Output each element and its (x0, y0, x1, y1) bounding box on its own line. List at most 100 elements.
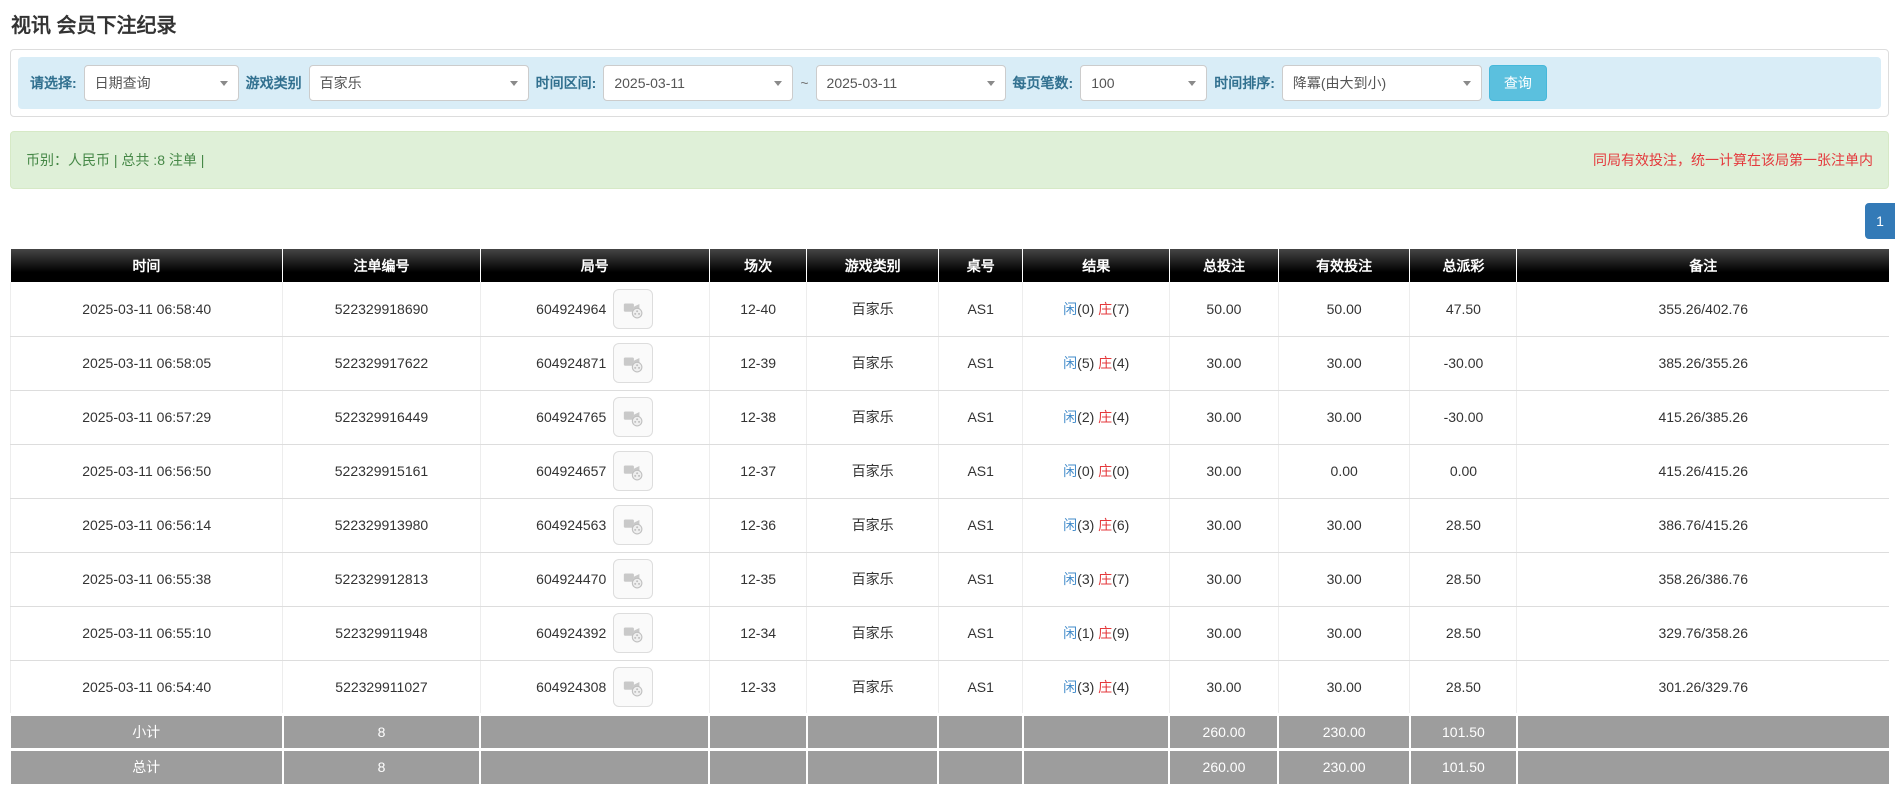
video-replay-button[interactable] (613, 559, 654, 599)
cell-table-no: AS1 (938, 660, 1024, 715)
cell-total-bet[interactable]: 30.00 (1169, 552, 1279, 607)
cell-remark: 385.26/355.26 (1516, 336, 1889, 391)
page-title: 视讯 会员下注纪录 (11, 15, 177, 37)
player-result-score: (5) (1077, 355, 1095, 371)
chevron-down-icon (509, 80, 518, 86)
cell-payout: -30.00 (1409, 390, 1518, 445)
cell-total-bet[interactable]: 30.00 (1169, 606, 1279, 661)
table-row: 2025-03-11 06:57:29 522329916449 6049247… (9, 390, 1889, 445)
cell-payout: 28.50 (1409, 606, 1518, 661)
cell-time: 2025-03-11 06:58:40 (9, 282, 284, 337)
sort-order-select[interactable]: 降冪(由大到小) (1281, 65, 1482, 101)
cell-result: 闲(2) 庄(4) (1022, 390, 1170, 445)
cell-remark: 358.26/386.76 (1516, 552, 1889, 607)
video-replay-icon (624, 519, 643, 535)
records-table: 时间 注单编号 局号 场次 游戏类别 桌号 结果 总投注 有效投注 总派彩 备注… (9, 249, 1889, 784)
video-replay-icon (624, 627, 643, 643)
cell-total-bet[interactable]: 30.00 (1169, 498, 1279, 553)
cell-table-no: AS1 (938, 444, 1024, 499)
round-id-value: 604924657 (536, 463, 607, 479)
search-button[interactable]: 查询 (1488, 65, 1547, 101)
cell-time: 2025-03-11 06:54:40 (9, 660, 284, 715)
cell-valid-bet: 30.00 (1278, 552, 1411, 607)
total-count: 8 (282, 747, 482, 784)
cell-total-bet[interactable]: 30.00 (1169, 660, 1279, 715)
cell-valid-bet: 30.00 (1278, 606, 1411, 661)
cell-game-type: 百家乐 (806, 660, 939, 715)
video-replay-button[interactable] (613, 343, 654, 383)
table-row: 2025-03-11 06:56:50 522329915161 6049246… (9, 444, 1889, 499)
game-type-label: 游戏类别 (245, 75, 302, 91)
cell-time: 2025-03-11 06:55:10 (9, 606, 284, 661)
video-replay-button[interactable] (613, 288, 654, 329)
query-type-value: 日期查询 (94, 75, 151, 91)
query-type-select[interactable]: 日期查询 (83, 65, 239, 101)
player-result-score: (3) (1077, 571, 1095, 587)
video-replay-icon (624, 465, 643, 481)
cell-bet-id: 522329918690 (282, 282, 481, 337)
cell-game-type: 百家乐 (806, 444, 939, 499)
page-1-button[interactable]: 1 (1865, 203, 1895, 239)
cell-total-bet[interactable]: 50.00 (1169, 282, 1279, 337)
banker-result-score: (7) (1112, 571, 1130, 587)
banker-result-label: 庄 (1098, 300, 1113, 317)
cell-bet-id: 522329911027 (282, 660, 481, 715)
header-result: 结果 (1022, 249, 1170, 282)
cell-round-id: 604924392 (480, 606, 710, 661)
cell-result: 闲(1) 庄(9) (1022, 606, 1170, 661)
player-result-label: 闲 (1063, 300, 1078, 317)
video-replay-button[interactable] (613, 397, 654, 437)
cell-table-no: AS1 (938, 498, 1024, 553)
banker-result-label: 庄 (1098, 463, 1113, 479)
banker-result-label: 庄 (1098, 625, 1113, 641)
total-label: 总计 (10, 747, 284, 784)
cell-bet-id: 522329917622 (282, 336, 481, 391)
cell-game-type: 百家乐 (806, 390, 939, 445)
cell-valid-bet: 30.00 (1278, 336, 1411, 391)
cell-valid-bet: 30.00 (1278, 498, 1411, 553)
banker-result-score: (4) (1112, 355, 1130, 371)
cell-total-bet[interactable]: 30.00 (1169, 390, 1279, 445)
video-replay-button[interactable] (613, 613, 654, 653)
cell-session: 12-39 (709, 336, 808, 391)
table-row: 2025-03-11 06:54:40 522329911027 6049243… (9, 660, 1889, 715)
cell-payout: 28.50 (1409, 552, 1518, 607)
cell-payout: 28.50 (1409, 660, 1518, 715)
cell-result: 闲(5) 庄(4) (1022, 336, 1170, 391)
player-result-score: (0) (1077, 463, 1095, 479)
cell-time: 2025-03-11 06:57:29 (9, 390, 284, 445)
banker-result-score: (7) (1112, 300, 1130, 317)
total-total-bet: 260.00 (1169, 747, 1280, 784)
cell-remark: 386.76/415.26 (1516, 498, 1889, 553)
player-result-label: 闲 (1063, 463, 1078, 479)
video-replay-button[interactable] (613, 505, 654, 545)
cell-session: 12-33 (709, 660, 808, 715)
cell-result: 闲(3) 庄(7) (1022, 552, 1170, 607)
video-replay-button[interactable] (613, 666, 654, 707)
header-total-bet: 总投注 (1169, 249, 1279, 282)
video-replay-icon (624, 303, 643, 319)
cell-valid-bet: 30.00 (1278, 660, 1411, 715)
date-from-select[interactable]: 2025-03-11 (603, 65, 794, 101)
cell-total-bet[interactable]: 30.00 (1169, 336, 1279, 391)
cell-table-no: AS1 (938, 282, 1024, 337)
video-replay-button[interactable] (613, 451, 654, 491)
cell-total-bet[interactable]: 30.00 (1169, 444, 1279, 499)
cell-payout: 28.50 (1409, 498, 1518, 553)
cell-round-id: 604924871 (480, 336, 710, 391)
date-to-select[interactable]: 2025-03-11 (815, 65, 1006, 101)
chevron-down-icon (1462, 80, 1471, 86)
banker-result-score: (4) (1112, 678, 1130, 695)
header-game-type: 游戏类别 (806, 249, 939, 282)
page-size-select[interactable]: 100 (1080, 65, 1208, 101)
date-to-value: 2025-03-11 (826, 75, 898, 91)
game-type-select[interactable]: 百家乐 (308, 65, 529, 101)
round-id-value: 604924964 (536, 300, 607, 317)
cell-result: 闲(0) 庄(7) (1022, 282, 1170, 337)
sort-order-label: 时间排序: (1214, 75, 1275, 91)
filter-panel: 请选择: 日期查询 游戏类别 百家乐 时间区间: 2025-03-11 ~ 20… (10, 49, 1889, 117)
player-result-score: (0) (1077, 300, 1095, 317)
cell-round-id: 604924470 (480, 552, 710, 607)
summary-bar: 币别：人民币 | 总共 :8 注单 | 同局有效投注，统一计算在该局第一张注单内 (10, 131, 1889, 189)
cell-bet-id: 522329915161 (282, 444, 481, 499)
